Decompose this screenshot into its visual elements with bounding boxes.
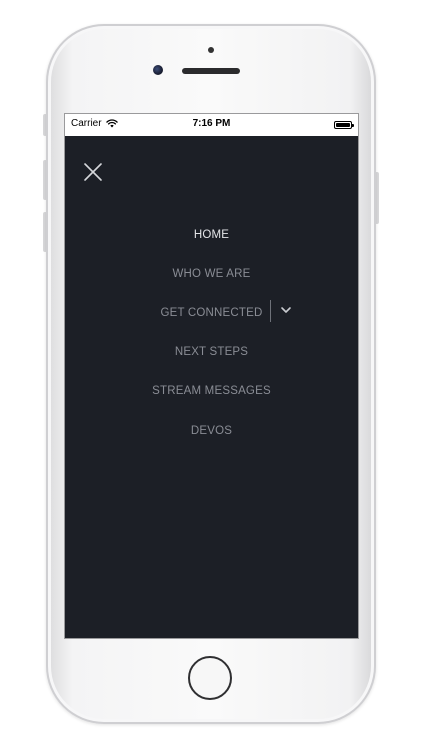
menu-item-get-connected-row: GET CONNECTED — [65, 300, 358, 324]
home-button[interactable] — [188, 656, 232, 700]
chevron-down-icon[interactable] — [280, 305, 292, 315]
status-time: 7:16 PM — [192, 118, 231, 129]
menu-item-devos[interactable]: DEVOS — [65, 425, 358, 437]
app-screen: Carrier 7:16 PM HOME WHO WE ARE GET CONN… — [65, 114, 358, 638]
menu-item-home[interactable]: HOME — [65, 229, 358, 241]
menu-item-stream-messages[interactable]: STREAM MESSAGES — [65, 385, 358, 397]
front-camera — [153, 65, 163, 75]
menu-item-next-steps[interactable]: NEXT STEPS — [65, 346, 358, 358]
device-mockup: Carrier 7:16 PM HOME WHO WE ARE GET CONN… — [0, 0, 422, 750]
proximity-sensor — [208, 47, 214, 53]
menu-item-who-we-are[interactable]: WHO WE ARE — [65, 268, 358, 280]
close-icon[interactable] — [83, 162, 103, 182]
battery-icon — [334, 121, 354, 129]
menu-item-get-connected[interactable]: GET CONNECTED — [65, 307, 358, 319]
earpiece-speaker — [182, 68, 240, 74]
status-bar: Carrier 7:16 PM — [65, 114, 358, 136]
submenu-divider — [270, 300, 271, 322]
